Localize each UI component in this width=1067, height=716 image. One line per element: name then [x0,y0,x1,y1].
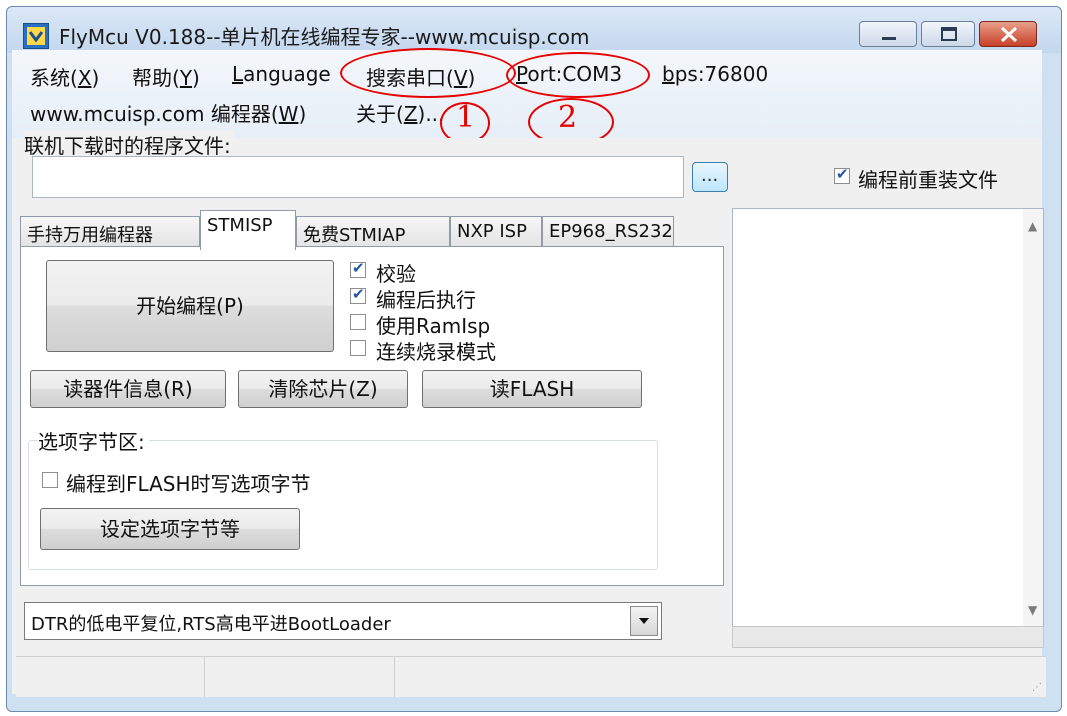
verify-checkbox[interactable] [350,259,366,278]
close-button[interactable] [979,21,1037,47]
tab-stmisp[interactable]: STMISP [200,210,296,250]
use-ramisp-checkbox[interactable] [350,314,366,330]
read-flash-button[interactable]: 读FLASH [422,370,642,408]
scroll-down-icon[interactable]: ▼ [1028,603,1037,617]
menu-bar: 系统(X) 帮助(Y) Language 搜索串口(V) Port:COM3 b… [12,50,1042,138]
tab-free-stmiap[interactable]: 免费STMIAP [296,216,450,248]
erase-chip-button[interactable]: 清除芯片(Z) [238,370,408,408]
output-log[interactable]: ▲ ▼ [732,208,1044,628]
reset-mode-value: DTR的低电平复位,RTS高电平进BootLoader [31,614,391,635]
program-file-label: 联机下载时的程序文件: [24,130,235,159]
write-option-bytes-checkbox[interactable] [42,472,58,488]
title-bar[interactable]: FlyMcu V0.188--单片机在线编程专家--www.mcuisp.com [7,7,1061,53]
menu-about[interactable]: 关于(Z)... [356,98,444,127]
verify-label: 校验 [376,262,416,286]
run-after-program-checkbox[interactable] [350,285,366,304]
dropdown-button[interactable] [630,606,658,636]
status-cell-2 [204,657,395,697]
program-file-input[interactable] [32,156,684,198]
log-horizontal-scrollbar[interactable] [732,626,1044,648]
maximize-button[interactable] [921,21,975,47]
status-cell-1 [16,657,205,697]
scroll-up-icon[interactable]: ▲ [1028,219,1037,233]
use-ramisp-label: 使用RamIsp [376,314,491,338]
tab-handheld-programmer[interactable]: 手持万用编程器 [20,216,200,248]
menu-programmer[interactable]: www.mcuisp.com 编程器(W) [30,98,306,127]
set-option-bytes-button[interactable]: 设定选项字节等 [40,508,300,550]
app-icon [23,23,49,49]
tab-ep968-rs232[interactable]: EP968_RS232 [542,216,674,248]
minimize-button[interactable] [859,21,917,47]
annotation-mark-1: 1 [456,100,476,135]
tab-nxp-isp[interactable]: NXP ISP [450,216,542,248]
browse-label: ... [701,165,719,186]
option-bytes-title: 选项字节区: [38,426,149,455]
write-option-bytes-label: 编程到FLASH时写选项字节 [66,472,311,496]
start-programming-button[interactable]: 开始编程(P) [46,260,334,352]
continuous-burn-label: 连续烧录模式 [376,340,496,364]
resize-grip-icon[interactable]: ⋰ [1032,682,1042,693]
menu-system[interactable]: 系统(X) [30,62,99,91]
annotation-mark-2: 2 [558,100,578,135]
maximize-icon [941,27,957,41]
reload-before-program-label: 编程前重装文件 [858,168,998,192]
menu-help[interactable]: 帮助(Y) [132,62,200,91]
log-vertical-scrollbar[interactable]: ▲ ▼ [1023,209,1043,627]
option-bytes-group [28,440,658,570]
run-after-program-label: 编程后执行 [376,288,476,312]
menu-port[interactable]: Port:COM3 [516,62,622,86]
close-icon [1000,26,1018,43]
continuous-burn-checkbox[interactable] [350,340,366,356]
browse-button[interactable]: ... [692,162,728,192]
reset-mode-select[interactable]: DTR的低电平复位,RTS高电平进BootLoader [24,602,662,640]
reload-before-program-checkbox[interactable] [834,165,850,184]
status-bar: ⋰ [16,656,1046,697]
read-device-info-button[interactable]: 读器件信息(R) [30,370,226,408]
menu-search-port[interactable]: 搜索串口(V) [366,62,475,91]
chevron-down-icon [639,618,649,624]
menu-baud-rate[interactable]: bps:76800 [662,62,768,86]
minimize-icon [882,37,896,40]
menu-language[interactable]: Language [232,62,331,86]
window-title: FlyMcu V0.188--单片机在线编程专家--www.mcuisp.com [59,25,590,49]
